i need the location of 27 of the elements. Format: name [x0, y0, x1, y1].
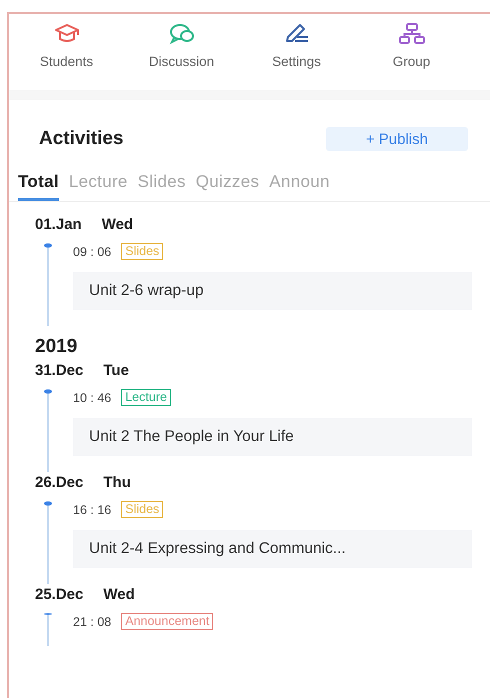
year-heading: 2019 — [35, 336, 78, 358]
category-tag: Announcement — [121, 613, 214, 630]
category-tag: Slides — [121, 243, 164, 260]
nav-item[interactable]: Students — [9, 22, 124, 90]
publish-button[interactable]: + Publish — [326, 127, 468, 151]
date-label: 26.Dec — [35, 474, 84, 491]
category-tag: Slides — [121, 501, 164, 518]
time-label: 09 : 06 — [73, 244, 112, 258]
nav-item[interactable]: Settings — [239, 22, 354, 90]
weekday-label: Wed — [102, 216, 134, 233]
time-label: 16 : 16 — [73, 502, 112, 516]
time-label: 21 : 08 — [73, 614, 112, 628]
weekday-label: Tue — [103, 362, 129, 379]
time-label: 10 : 46 — [73, 390, 112, 404]
date-label: 31.Dec — [35, 362, 84, 379]
date-label: 25.Dec — [35, 586, 84, 603]
weekday-label: Thu — [103, 474, 131, 491]
nav-item[interactable]: Discussion — [124, 22, 239, 90]
nav-item[interactable]: Group — [354, 22, 469, 90]
activity-card[interactable]: Unit 2 The People in Your Life — [73, 418, 472, 456]
filter-tab[interactable]: Total — [18, 172, 59, 201]
date-label: 01.Jan — [35, 216, 82, 233]
activity-card[interactable]: Unit 2-6 wrap-up — [73, 272, 472, 310]
weekday-label: Wed — [103, 586, 135, 603]
activity-card[interactable]: Unit 2-4 Expressing and Communic... — [73, 530, 472, 568]
section-title: Activities — [39, 128, 124, 150]
category-tag: Lecture — [121, 389, 171, 406]
